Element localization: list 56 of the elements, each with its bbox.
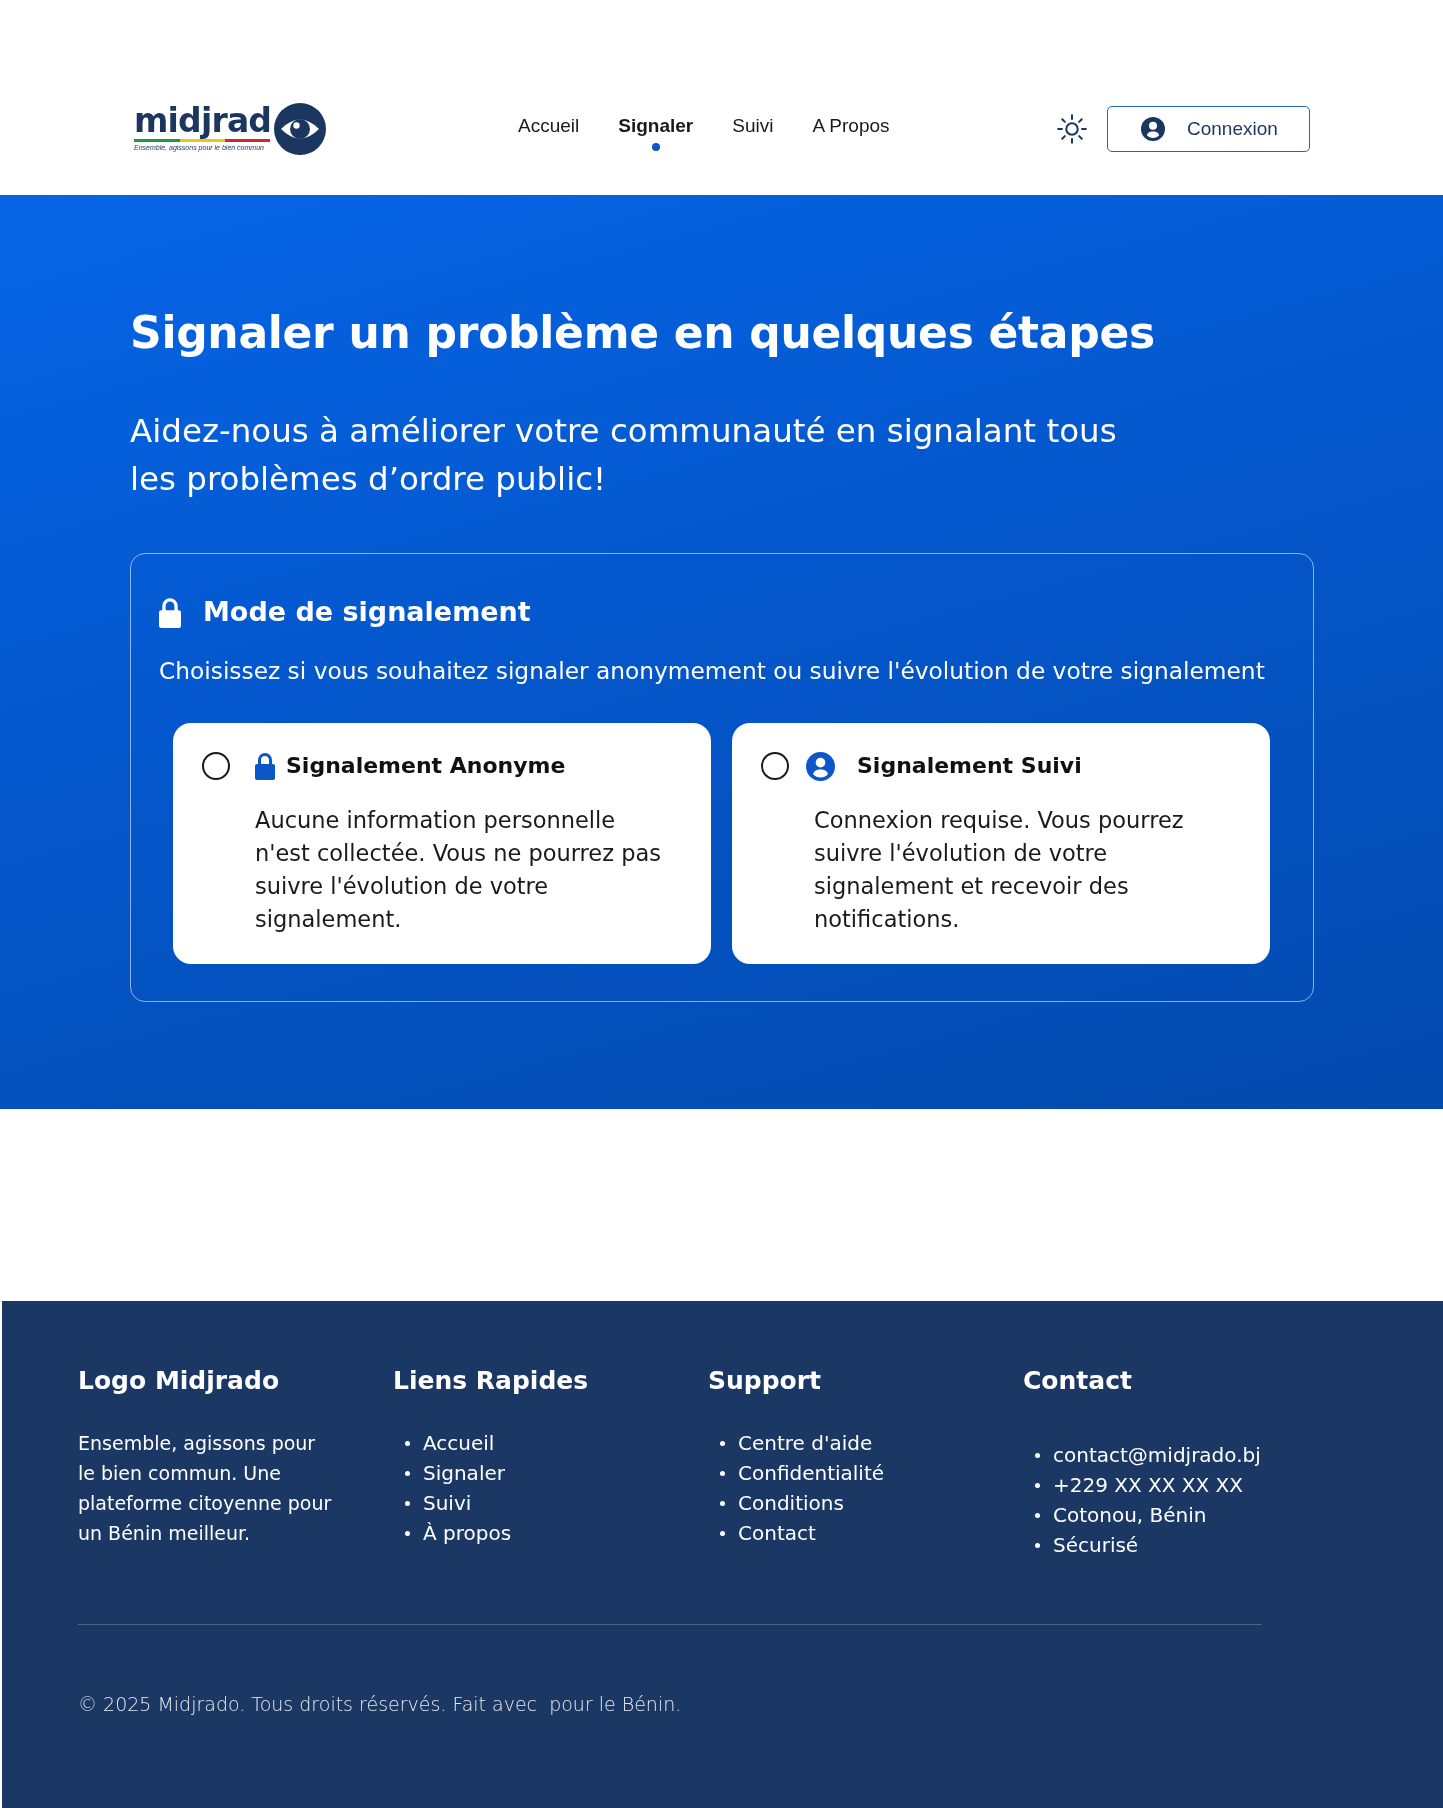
nav-link[interactable]: Accueil bbox=[518, 114, 580, 137]
active-indicator-icon bbox=[651, 142, 660, 151]
flag-stripe-icon bbox=[134, 139, 270, 142]
footer-description: Ensemble, agissons pour le bien commun. Une plateforme citoyenne pour un Bénin meilleur. bbox=[78, 1431, 333, 1546]
radio-button[interactable] bbox=[202, 752, 230, 780]
contact-item: Cotonou, Bénin bbox=[1053, 1502, 1207, 1529]
bullet-icon bbox=[720, 1470, 725, 1476]
radio-button[interactable] bbox=[761, 752, 789, 780]
footer-heading: Logo Midjrado bbox=[78, 1365, 281, 1397]
contact-item: +229 XX XX XX XX bbox=[1053, 1472, 1243, 1499]
option-card[interactable]: Signalement Anonyme Aucune information personnelle n'est collectée. Vous ne pourrez pas suivre l'évolution de votre signalement. bbox=[173, 723, 711, 964]
footer-link[interactable]: Centre d'aide bbox=[738, 1428, 873, 1458]
bullet-icon bbox=[405, 1500, 410, 1506]
bullet-icon bbox=[1035, 1512, 1040, 1518]
footer-heading: Liens Rapides bbox=[393, 1365, 590, 1397]
contact-item: contact@midjrado.bj bbox=[1053, 1442, 1261, 1469]
bullet-icon bbox=[720, 1530, 725, 1536]
option-description: Connexion requise. Vous pourrez suivre l'évolution de votre signalement et recevoir des notifications. bbox=[814, 806, 1185, 934]
panel-description: Choisissez si vous souhaitez signaler anonymement ou suivre l'évolution de votre signalement bbox=[159, 656, 1266, 686]
user-icon bbox=[806, 751, 835, 781]
theme-toggle-sun-icon[interactable] bbox=[1057, 113, 1087, 144]
footer-link[interactable]: Suivi bbox=[423, 1488, 472, 1518]
footer-link[interactable]: Conditions bbox=[738, 1488, 844, 1518]
login-button[interactable]: Connexion bbox=[1107, 105, 1310, 152]
footer-link[interactable]: Confidentialité bbox=[738, 1458, 885, 1488]
bullet-icon bbox=[405, 1440, 410, 1446]
footer-heading: Contact bbox=[1023, 1365, 1133, 1397]
bullet-icon bbox=[1035, 1452, 1040, 1458]
footer-heading: Support bbox=[708, 1365, 823, 1397]
bullet-icon bbox=[405, 1470, 410, 1476]
nav-link[interactable]: Signaler bbox=[618, 114, 694, 151]
bullet-icon bbox=[720, 1500, 725, 1506]
lock-icon bbox=[255, 752, 275, 780]
option-card[interactable]: Signalement Suivi Connexion requise. Vous pourrez suivre l'évolution de votre signalement et recevoir des notifications. bbox=[732, 723, 1270, 964]
option-title: Signalement Suivi bbox=[857, 752, 1082, 780]
contact-item: Sécurisé bbox=[1053, 1532, 1139, 1559]
hero-title: Signaler un problème en quelques étapes bbox=[130, 306, 1156, 360]
bullet-icon bbox=[405, 1530, 410, 1536]
lock-icon bbox=[159, 596, 181, 628]
footer-link[interactable]: Accueil bbox=[423, 1428, 495, 1458]
footer-link[interactable]: À propos bbox=[423, 1518, 512, 1548]
panel-title: Mode de signalement bbox=[203, 595, 531, 629]
logo-wordmark: midjrad bbox=[134, 104, 272, 138]
nav-link[interactable]: A Propos bbox=[812, 114, 890, 137]
eye-icon bbox=[274, 102, 326, 155]
option-title: Signalement Anonyme bbox=[286, 752, 566, 780]
footer-link[interactable]: Contact bbox=[738, 1518, 816, 1548]
bullet-icon bbox=[1035, 1542, 1040, 1548]
bullet-icon bbox=[1035, 1482, 1040, 1488]
user-icon bbox=[1141, 116, 1165, 141]
option-description: Aucune information personnelle n'est collectée. Vous ne pourrez pas suivre l'évolution de votre signalement. bbox=[255, 806, 662, 934]
footer-link[interactable]: Signaler bbox=[423, 1458, 505, 1488]
bullet-icon bbox=[720, 1440, 725, 1446]
copyright-text: © 2025 Midjrado. Tous droits réservés. Fait avec pour le Bénin. bbox=[78, 1692, 683, 1716]
nav-link[interactable]: Suivi bbox=[732, 114, 774, 137]
hero-subtitle: Aidez-nous à améliorer votre communauté en signalant tous les problèmes d’ordre public! bbox=[130, 411, 1118, 500]
